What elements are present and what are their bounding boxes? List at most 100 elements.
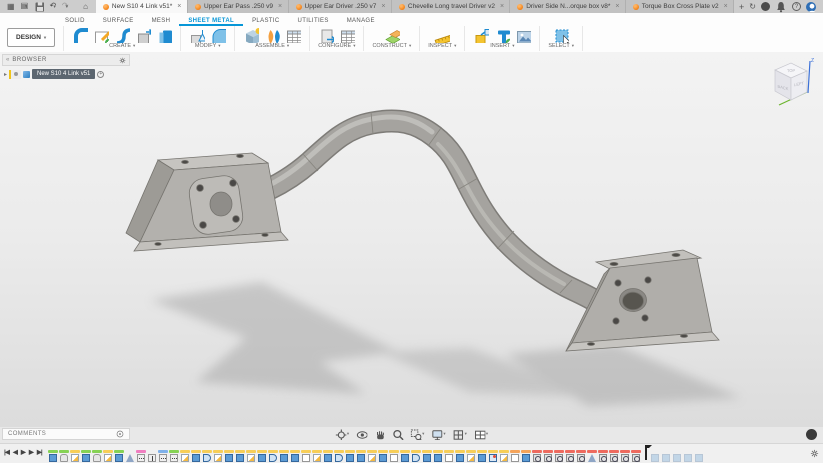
go-to-start-button[interactable]: |◀ <box>4 450 9 457</box>
timeline-feature-body[interactable] <box>455 450 466 462</box>
new-component-icon[interactable] <box>243 27 259 43</box>
timeline-playhead[interactable] <box>643 444 649 462</box>
ribbon-tab-solid[interactable]: SOLID <box>56 15 94 26</box>
tab-close-icon[interactable]: × <box>379 3 385 10</box>
timeline-feature-pattern[interactable] <box>158 450 169 462</box>
tab-close-icon[interactable]: × <box>276 3 282 10</box>
sync-status-icon[interactable]: ↻ <box>749 0 756 13</box>
file-menu-icon[interactable]: ▤▾ <box>21 0 28 14</box>
ribbon-tab-mesh[interactable]: MESH <box>143 15 180 26</box>
model-sway-bar-tube[interactable] <box>224 112 592 299</box>
timeline-feature-flange[interactable] <box>411 450 422 462</box>
derive-icon[interactable] <box>473 27 489 43</box>
ribbon-tab-manage[interactable]: MANAGE <box>338 15 384 26</box>
visibility-bulb-icon[interactable] <box>9 70 21 79</box>
timeline-feature-sketch[interactable] <box>213 450 224 462</box>
timeline-feature-body[interactable] <box>683 450 694 462</box>
timeline-feature-roll[interactable] <box>609 450 620 462</box>
document-tab[interactable]: Upper Ear Pass .250 v9× <box>188 0 289 13</box>
model-left-bracket[interactable] <box>126 153 288 251</box>
browser-header[interactable]: « BROWSER <box>2 54 130 66</box>
tab-close-icon[interactable]: × <box>498 3 504 10</box>
comments-menu-icon[interactable] <box>116 430 124 438</box>
timeline-feature-doc[interactable] <box>389 450 400 462</box>
timeline-feature-sketch[interactable] <box>367 450 378 462</box>
timeline-feature-sketch[interactable] <box>70 450 81 462</box>
ribbon-tab-plastic[interactable]: PLASTIC <box>243 15 288 26</box>
timeline-feature-sketch[interactable] <box>466 450 477 462</box>
fillet-icon[interactable] <box>210 27 226 43</box>
timeline-feature-body[interactable] <box>235 450 246 462</box>
zoom-icon[interactable] <box>392 429 403 440</box>
timeline-feature-roll[interactable] <box>620 450 631 462</box>
document-tab[interactable]: Driver Side N...orque box v8*× <box>510 0 625 13</box>
timeline-feature-doc[interactable] <box>444 450 455 462</box>
ribbon-group-dropdown[interactable]: CONSTRUCT▾ <box>372 44 411 50</box>
ribbon-tab-surface[interactable]: SURFACE <box>94 15 143 26</box>
timeline-feature-sketch[interactable] <box>499 450 510 462</box>
undo-icon[interactable]: ↶▾ <box>50 0 56 14</box>
measure-icon[interactable] <box>434 27 450 43</box>
play-button[interactable]: ▶ <box>21 450 25 457</box>
timeline-feature-body[interactable] <box>345 450 356 462</box>
timeline-feature-combine[interactable] <box>488 450 499 462</box>
timeline-feature-body[interactable] <box>114 450 125 462</box>
timeline-feature-doc[interactable] <box>301 450 312 462</box>
timeline-feature-body[interactable] <box>650 450 661 462</box>
plane-icon[interactable] <box>384 27 400 43</box>
timeline-feature-body[interactable] <box>290 450 301 462</box>
timeline-feature-body[interactable] <box>400 450 411 462</box>
tab-close-icon[interactable]: × <box>613 3 619 10</box>
ribbon-group-dropdown[interactable]: MODIFY▾ <box>195 44 221 50</box>
document-root-label[interactable]: New S10 4 Link v51 <box>32 69 95 79</box>
timeline-feature-loft[interactable] <box>587 450 598 462</box>
expand-arrow-icon[interactable]: ▸ <box>4 71 7 78</box>
flange-icon[interactable] <box>72 27 88 43</box>
timeline-feature-body[interactable] <box>191 450 202 462</box>
timeline-feature-sketch[interactable] <box>246 450 257 462</box>
view-cube[interactable]: Z TOP BACK LEFT <box>763 56 819 110</box>
timeline-feature-pattern[interactable] <box>169 450 180 462</box>
ribbon-tab-utilities[interactable]: UTILITIES <box>289 15 338 26</box>
timeline-feature-body[interactable] <box>672 450 683 462</box>
image-icon[interactable] <box>515 27 531 43</box>
save-icon[interactable] <box>34 1 44 12</box>
document-tab[interactable]: Torque Box Cross Plate v2× <box>626 0 734 13</box>
timeline-feature-roll[interactable] <box>598 450 609 462</box>
workspace-selector[interactable]: DESIGN ▾ <box>7 28 55 47</box>
timeline-feature-sketch[interactable] <box>180 450 191 462</box>
grid-settings-icon[interactable]: ▾ <box>453 429 467 440</box>
timeline-feature-form[interactable] <box>92 450 103 462</box>
pan-icon[interactable] <box>374 429 385 440</box>
viewports-icon[interactable]: ▾ <box>474 429 488 440</box>
convert-icon[interactable] <box>135 27 151 43</box>
timeline-feature-body[interactable] <box>48 450 59 462</box>
assistant-button[interactable] <box>806 429 817 440</box>
ribbon-group-dropdown[interactable]: INSERT▾ <box>490 44 514 50</box>
look-at-icon[interactable] <box>356 429 367 440</box>
timeline-feature-mirror[interactable] <box>147 450 158 462</box>
timeline-feature-roll[interactable] <box>543 450 554 462</box>
document-tab[interactable]: New S10 4 Link v51*× <box>96 0 188 13</box>
model-viewport[interactable] <box>0 52 823 427</box>
timeline-feature-body[interactable] <box>378 450 389 462</box>
timeline-feature-body[interactable] <box>323 450 334 462</box>
data-panel-icon[interactable]: ▦ <box>7 0 15 13</box>
ribbon-group-dropdown[interactable]: SELECT▾ <box>548 44 574 50</box>
timeline-feature-body[interactable] <box>224 450 235 462</box>
timeline-feature-body[interactable] <box>279 450 290 462</box>
timeline-feature-body[interactable] <box>433 450 444 462</box>
timeline-feature-flange[interactable] <box>202 450 213 462</box>
redo-icon[interactable]: ↷▾ <box>62 0 68 14</box>
table-icon[interactable] <box>285 27 301 43</box>
timeline-feature-form[interactable] <box>59 450 70 462</box>
timeline-feature-doc[interactable] <box>510 450 521 462</box>
notifications-bell-icon[interactable] <box>775 1 787 13</box>
modify-form-icon[interactable] <box>189 27 205 43</box>
timeline-feature-body[interactable] <box>81 450 92 462</box>
timeline-feature-roll[interactable] <box>631 450 642 462</box>
help-icon[interactable]: ? <box>792 2 801 11</box>
table-icon[interactable] <box>339 27 355 43</box>
tab-close-icon[interactable]: × <box>722 3 728 10</box>
timeline-feature-body[interactable] <box>356 450 367 462</box>
